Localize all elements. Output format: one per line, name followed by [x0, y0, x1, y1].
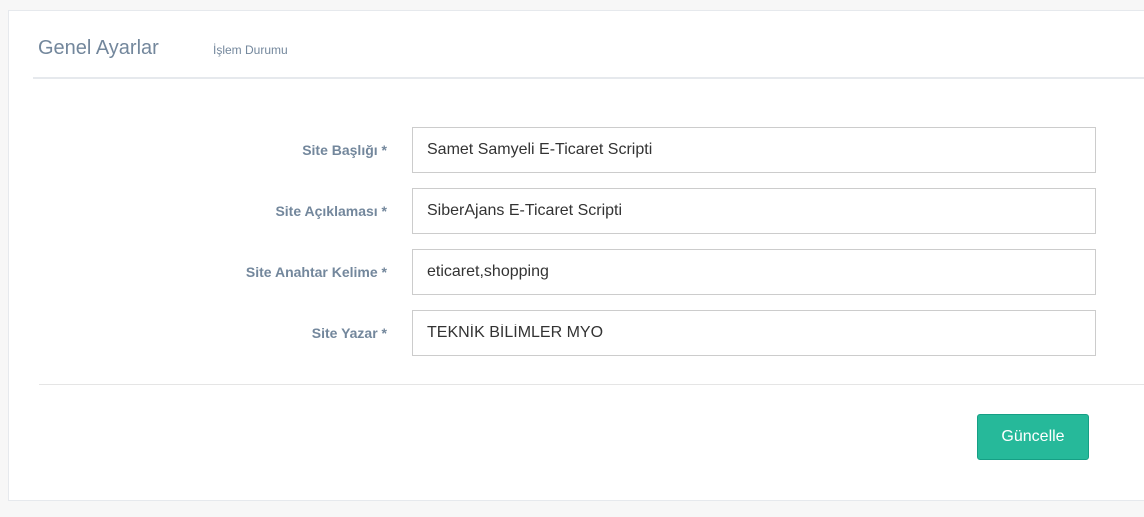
update-button[interactable]: Güncelle	[977, 414, 1089, 460]
site-description-label: Site Açıklaması *	[275, 203, 387, 219]
site-title-input[interactable]	[412, 127, 1096, 173]
site-title-label: Site Başlığı *	[302, 142, 387, 158]
site-keywords-label: Site Anahtar Kelime *	[245, 264, 387, 280]
form-row-site-keywords: Site Anahtar Kelime *	[9, 249, 1144, 295]
site-keywords-input[interactable]	[412, 249, 1096, 295]
form-row-site-description: Site Açıklaması *	[9, 188, 1144, 234]
settings-panel: Genel Ayarlar İşlem Durumu Site Başlığı …	[8, 10, 1144, 501]
form-divider	[39, 384, 1144, 385]
site-author-input[interactable]	[412, 310, 1096, 356]
panel-header: Genel Ayarlar İşlem Durumu	[33, 11, 1144, 79]
page-title: Genel Ayarlar	[38, 37, 159, 59]
status-subtitle: İşlem Durumu	[213, 43, 288, 57]
site-description-input[interactable]	[412, 188, 1096, 234]
site-author-label: Site Yazar *	[311, 325, 387, 341]
form-row-site-title: Site Başlığı *	[9, 127, 1144, 173]
form-row-site-author: Site Yazar *	[9, 310, 1144, 356]
